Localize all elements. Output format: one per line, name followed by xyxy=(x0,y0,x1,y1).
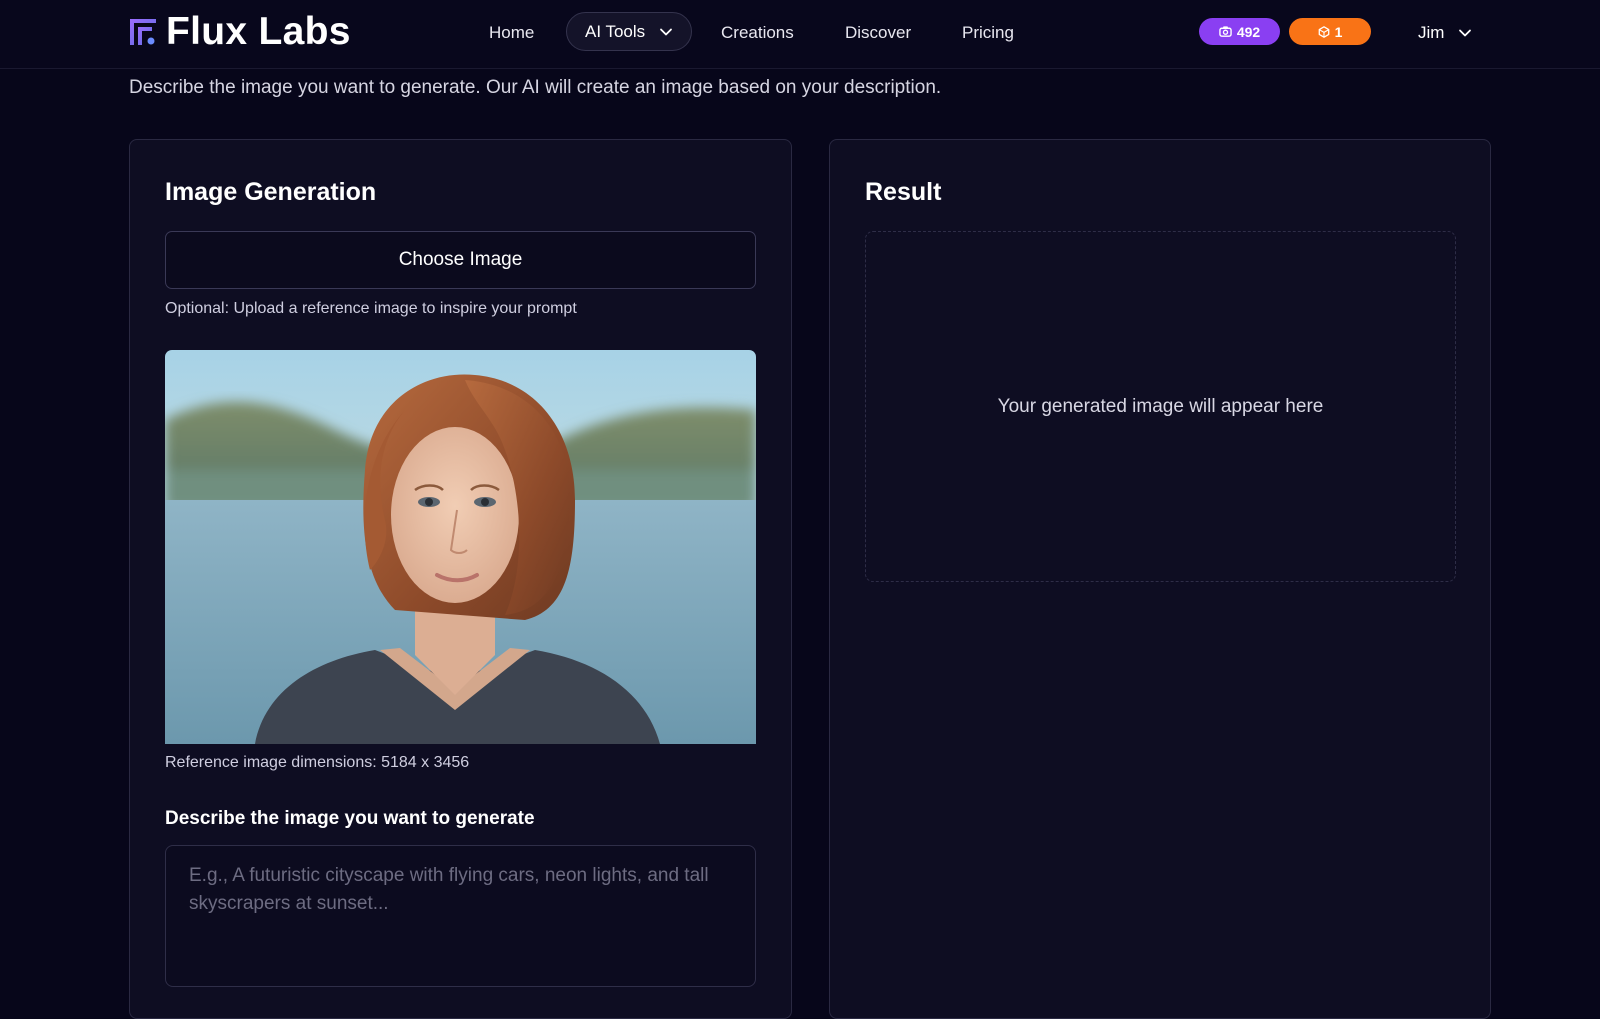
nav-ai-tools-dropdown[interactable]: AI Tools xyxy=(566,12,692,51)
choose-image-button[interactable]: Choose Image xyxy=(165,231,756,289)
camera-icon xyxy=(1219,26,1232,37)
credits-count: 492 xyxy=(1236,23,1261,40)
panel-title: Result xyxy=(865,178,942,206)
gem-icon xyxy=(1318,25,1329,38)
nav-creations[interactable]: Creations xyxy=(721,20,794,46)
page-description: Describe the image you want to generate.… xyxy=(129,77,942,98)
user-menu[interactable]: Jim xyxy=(1418,20,1472,46)
gems-count: 1 xyxy=(1334,23,1343,40)
choose-image-hint: Optional: Upload a reference image to in… xyxy=(165,300,577,317)
user-name: Jim xyxy=(1418,23,1445,42)
prompt-textarea[interactable] xyxy=(165,845,756,987)
reference-image-dimensions: Reference image dimensions: 5184 x 3456 xyxy=(165,754,470,771)
nav-pricing[interactable]: Pricing xyxy=(962,20,1014,46)
panel-title: Image Generation xyxy=(165,178,377,206)
nav-discover[interactable]: Discover xyxy=(845,20,911,46)
result-placeholder-text: Your generated image will appear here xyxy=(997,395,1324,417)
reference-image-preview xyxy=(165,350,756,744)
chevron-down-icon xyxy=(660,28,672,36)
result-panel: Result Your generated image will appear … xyxy=(829,139,1491,1019)
nav-home[interactable]: Home xyxy=(489,20,534,46)
chevron-down-icon xyxy=(1459,29,1472,37)
image-generation-panel: Image Generation Choose Image Optional: … xyxy=(129,139,792,1019)
nav-ai-tools-label: AI Tools xyxy=(585,21,646,41)
credits-badge[interactable]: 492 xyxy=(1199,18,1280,45)
result-placeholder-box: Your generated image will appear here xyxy=(865,231,1456,582)
top-navbar: Flux Labs Home AI Tools Creations Discov… xyxy=(0,0,1600,69)
reference-photo xyxy=(165,350,756,744)
gems-badge[interactable]: 1 xyxy=(1289,18,1371,45)
prompt-label: Describe the image you want to generate xyxy=(165,808,535,829)
